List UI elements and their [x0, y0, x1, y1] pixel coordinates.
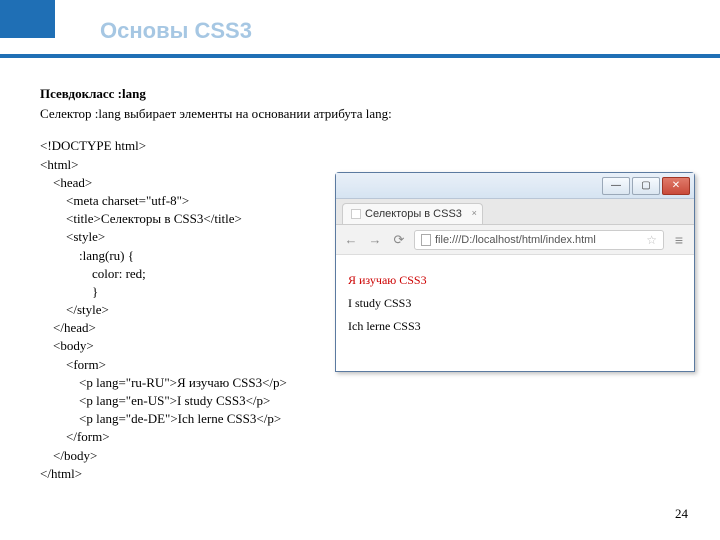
section-subtitle: Псевдокласс :lang	[40, 85, 680, 103]
address-bar[interactable]: file:///D:/localhost/html/index.html ☆	[414, 230, 664, 250]
favicon-icon	[351, 209, 361, 219]
code-line: <html>	[40, 157, 79, 172]
code-line: </head>	[40, 320, 96, 335]
browser-viewport: Я изучаю CSS3 I study CSS3 Ich lerne CSS…	[336, 255, 694, 352]
code-line: <p lang="de-DE">Ich lerne CSS3</p>	[40, 411, 281, 426]
menu-button[interactable]: ≡	[670, 231, 688, 249]
tab-close-icon[interactable]: ×	[472, 208, 477, 218]
window-minimize-button[interactable]: —	[602, 177, 630, 195]
header-accent-block	[0, 0, 55, 38]
code-line: <title>Селекторы в CSS3</title>	[40, 211, 242, 226]
code-line: </style>	[40, 302, 109, 317]
browser-tabstrip: Селекторы в CSS3 ×	[336, 199, 694, 225]
tab-title: Селекторы в CSS3	[365, 208, 462, 220]
rendered-line-en: I study CSS3	[348, 296, 682, 311]
window-close-button[interactable]: ✕	[662, 177, 690, 195]
code-line: <p lang="en-US">I study CSS3</p>	[40, 393, 270, 408]
code-line: color: red;	[40, 266, 146, 281]
rendered-line-de: Ich lerne CSS3	[348, 319, 682, 334]
rendered-line-ru: Я изучаю CSS3	[348, 273, 682, 288]
code-line: <p lang="ru-RU">Я изучаю CSS3</p>	[40, 375, 287, 390]
header-underline	[0, 54, 720, 58]
section-description: Селектор :lang выбирает элементы на осно…	[40, 105, 680, 123]
code-line: <head>	[40, 175, 92, 190]
bookmark-star-icon[interactable]: ☆	[646, 233, 657, 247]
browser-tab[interactable]: Селекторы в CSS3 ×	[342, 203, 483, 224]
code-line: }	[40, 284, 98, 299]
code-line: </form>	[40, 429, 110, 444]
back-button[interactable]: ←	[342, 231, 360, 249]
code-line: :lang(ru) {	[40, 248, 134, 263]
url-text: file:///D:/localhost/html/index.html	[435, 234, 596, 246]
code-line: <form>	[40, 357, 106, 372]
window-maximize-button[interactable]: ▢	[632, 177, 660, 195]
code-line: <body>	[40, 338, 94, 353]
reload-button[interactable]: ⟳	[390, 231, 408, 249]
browser-window: — ▢ ✕ Селекторы в CSS3 × ← → ⟳ file:///D…	[335, 172, 695, 372]
page-icon	[421, 234, 431, 246]
slide-header: Основы CSS3	[0, 0, 720, 58]
code-line: </body>	[40, 448, 97, 463]
page-number: 24	[675, 506, 688, 522]
slide-title: Основы CSS3	[100, 18, 252, 44]
window-titlebar: — ▢ ✕	[336, 173, 694, 199]
code-line: <style>	[40, 229, 105, 244]
code-line: <meta charset="utf-8">	[40, 193, 189, 208]
code-line: <!DOCTYPE html>	[40, 138, 146, 153]
forward-button[interactable]: →	[366, 231, 384, 249]
code-line: </html>	[40, 466, 82, 481]
browser-toolbar: ← → ⟳ file:///D:/localhost/html/index.ht…	[336, 225, 694, 255]
